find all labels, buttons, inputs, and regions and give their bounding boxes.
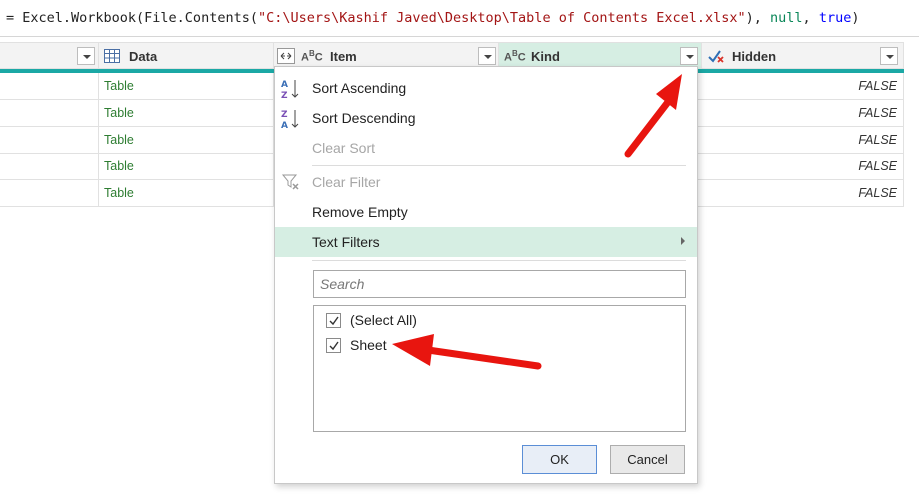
- menu-label: Text Filters: [312, 234, 380, 250]
- submenu-arrow-icon: [681, 237, 685, 245]
- table-cell[interactable]: [0, 180, 99, 206]
- table-cell-hidden[interactable]: FALSE: [702, 180, 904, 206]
- table-cell-hidden[interactable]: FALSE: [702, 73, 904, 99]
- formula-text[interactable]: = Excel.Workbook(File.Contents("C:\Users…: [6, 10, 859, 26]
- table-cell-hidden[interactable]: FALSE: [702, 127, 904, 153]
- table-cell-data[interactable]: Table: [99, 180, 274, 206]
- filter-values-list[interactable]: (Select All) Sheet: [313, 305, 686, 432]
- formula-prefix: = Excel.Workbook(File.Contents(: [6, 10, 258, 26]
- menu-clear-sort[interactable]: Clear Sort: [275, 133, 697, 163]
- menu-separator: [312, 165, 686, 166]
- column-header-label: Item: [330, 49, 357, 64]
- table-cell[interactable]: [0, 153, 99, 179]
- column-header-data[interactable]: Data: [99, 43, 274, 69]
- table-cell-hidden[interactable]: FALSE: [702, 153, 904, 179]
- column-filter-button[interactable]: [478, 47, 496, 65]
- column-filter-button[interactable]: [77, 47, 95, 65]
- table-cell-data[interactable]: Table: [99, 73, 274, 99]
- menu-label: Clear Filter: [312, 174, 381, 190]
- table-cell[interactable]: [0, 100, 99, 126]
- column-filter-button[interactable]: [880, 47, 898, 65]
- table-cell-data[interactable]: Table: [99, 127, 274, 153]
- column-header-label: Kind: [531, 49, 560, 64]
- svg-text:Z: Z: [281, 91, 288, 100]
- table-cell-hidden[interactable]: FALSE: [702, 100, 904, 126]
- grid-header: Data ABC Item ABC Kind Hidden: [0, 42, 904, 69]
- formula-sep: ),: [745, 10, 771, 26]
- checkbox-checked[interactable]: [326, 338, 341, 353]
- column-header-name: [0, 43, 99, 69]
- menu-separator: [312, 260, 686, 261]
- menu-label: Clear Sort: [312, 140, 376, 156]
- column-filter-dropdown: AZ Sort Ascending ZA Sort Descending Cle…: [274, 66, 698, 484]
- menu-label: Sort Ascending: [312, 80, 407, 96]
- formula-bar[interactable]: = Excel.Workbook(File.Contents("C:\Users…: [0, 0, 919, 37]
- menu-clear-filter[interactable]: Clear Filter: [275, 167, 697, 197]
- formula-path: "C:\Users\Kashif Javed\Desktop\Table of …: [257, 10, 746, 26]
- column-header-label: Data: [129, 49, 158, 64]
- text-type-icon: ABC: [301, 49, 323, 64]
- svg-text:A: A: [281, 121, 288, 130]
- column-header-label: Hidden: [732, 49, 777, 64]
- menu-label: Sort Descending: [312, 110, 416, 126]
- search-input[interactable]: [314, 271, 685, 297]
- table-icon: [104, 49, 122, 63]
- menu-remove-empty[interactable]: Remove Empty: [275, 197, 697, 227]
- svg-text:Z: Z: [281, 110, 288, 120]
- column-filter-button[interactable]: [680, 47, 698, 65]
- list-item-label: Sheet: [350, 337, 387, 353]
- formula-suffix: ): [851, 10, 860, 26]
- text-type-icon: ABC: [504, 49, 526, 64]
- logical-type-icon: [707, 48, 725, 67]
- ok-button[interactable]: OK: [522, 445, 597, 474]
- search-box[interactable]: [313, 270, 686, 298]
- table-cell[interactable]: [0, 127, 99, 153]
- svg-text:A: A: [281, 80, 288, 90]
- formula-sep: ,: [802, 10, 819, 26]
- formula-null: null: [770, 10, 803, 26]
- menu-label: Remove Empty: [312, 204, 408, 220]
- formula-true: true: [818, 10, 852, 26]
- sort-descending-icon: ZA: [281, 108, 301, 131]
- column-header-hidden[interactable]: Hidden: [702, 43, 904, 69]
- cancel-button[interactable]: Cancel: [610, 445, 685, 474]
- table-cell-data[interactable]: Table: [99, 153, 274, 179]
- table-cell[interactable]: [0, 73, 99, 99]
- menu-sort-ascending[interactable]: AZ Sort Ascending: [275, 73, 697, 103]
- menu-text-filters[interactable]: Text Filters: [275, 227, 697, 257]
- list-item-label: (Select All): [350, 312, 417, 328]
- menu-sort-descending[interactable]: ZA Sort Descending: [275, 103, 697, 133]
- clear-filter-icon: [281, 172, 301, 192]
- checkbox-checked[interactable]: [326, 313, 341, 328]
- expand-column-icon[interactable]: [277, 48, 295, 64]
- table-cell-data[interactable]: Table: [99, 100, 274, 126]
- sort-ascending-icon: AZ: [281, 78, 301, 101]
